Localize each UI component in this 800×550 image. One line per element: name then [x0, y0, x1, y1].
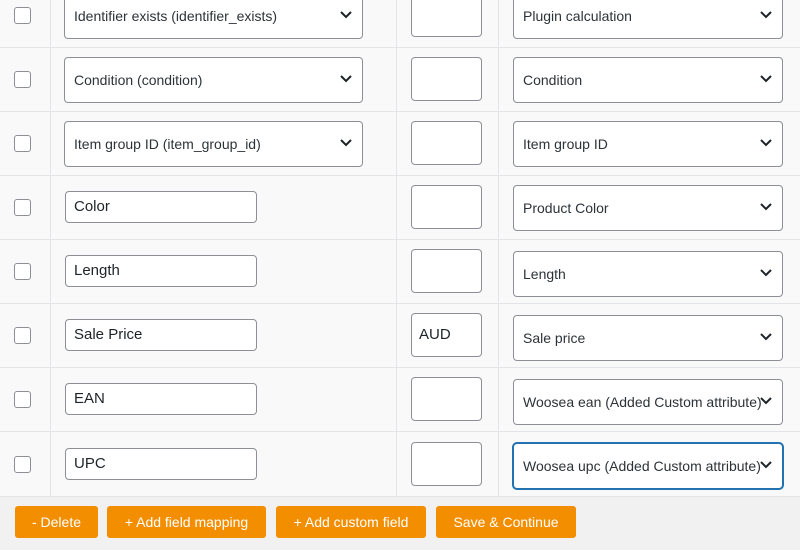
column-divider	[50, 112, 51, 175]
value-select-value: Plugin calculation	[523, 8, 632, 24]
chevron-down-icon	[760, 333, 772, 341]
attribute-text-value: Sale Price	[74, 326, 143, 343]
row-checkbox[interactable]	[14, 135, 31, 152]
attribute-text-value: Color	[74, 198, 110, 215]
attribute-select-value: Condition (condition)	[74, 72, 203, 88]
attribute-text-input[interactable]: EAN	[65, 383, 257, 415]
column-divider	[498, 368, 499, 431]
row-checkbox[interactable]	[14, 71, 31, 88]
row-checkbox[interactable]	[14, 263, 31, 280]
column-divider	[498, 432, 499, 496]
attribute-select[interactable]: Condition (condition)	[64, 57, 363, 103]
column-divider	[498, 0, 499, 47]
prefix-value: AUD	[419, 326, 451, 343]
column-divider	[50, 368, 51, 431]
value-select-value: Woosea ean (Added Custom attribute)	[523, 394, 762, 410]
column-divider	[498, 240, 499, 303]
prefix-input[interactable]	[411, 57, 482, 101]
table-row: Condition (condition) Condition	[0, 48, 800, 112]
column-divider	[396, 48, 397, 111]
attribute-text-input[interactable]: Color	[65, 191, 257, 223]
row-checkbox[interactable]	[14, 391, 31, 408]
column-divider	[396, 304, 397, 367]
prefix-input[interactable]	[411, 121, 482, 165]
value-select-value: Length	[523, 266, 566, 282]
column-divider	[50, 304, 51, 367]
chevron-down-icon	[760, 75, 772, 83]
value-select[interactable]: Sale price	[513, 315, 783, 361]
column-divider	[498, 176, 499, 239]
chevron-down-icon	[340, 139, 352, 147]
chevron-down-icon	[340, 75, 352, 83]
value-select[interactable]: Plugin calculation	[513, 0, 783, 39]
attribute-text-input[interactable]: UPC	[65, 448, 257, 480]
value-select-value: Item group ID	[523, 136, 608, 152]
column-divider	[498, 112, 499, 175]
column-divider	[498, 48, 499, 111]
value-select[interactable]: Item group ID	[513, 121, 783, 167]
column-divider	[396, 112, 397, 175]
chevron-down-icon	[760, 139, 772, 147]
chevron-down-icon	[760, 397, 772, 405]
value-select-value: Product Color	[523, 200, 609, 216]
value-select-value: Sale price	[523, 330, 586, 346]
row-checkbox[interactable]	[14, 7, 31, 24]
column-divider	[498, 304, 499, 367]
value-select[interactable]: Condition	[513, 57, 783, 103]
column-divider	[396, 368, 397, 431]
attribute-select[interactable]: Item group ID (item_group_id)	[64, 121, 363, 167]
attribute-text-input[interactable]: Length	[65, 255, 257, 287]
prefix-input[interactable]	[411, 377, 482, 421]
value-select[interactable]: Product Color	[513, 185, 783, 231]
attribute-text-input[interactable]: Sale Price	[65, 319, 257, 351]
save-continue-button[interactable]: Save & Continue	[436, 506, 576, 538]
prefix-input[interactable]	[411, 442, 482, 486]
table-row: Sale Price AUD Sale price	[0, 304, 800, 368]
attribute-text-value: Length	[74, 262, 120, 279]
chevron-down-icon	[760, 203, 772, 211]
chevron-down-icon	[760, 11, 772, 19]
prefix-input[interactable]: AUD	[411, 313, 482, 357]
column-divider	[396, 176, 397, 239]
column-divider	[50, 48, 51, 111]
action-bar: - Delete + Add field mapping + Add custo…	[0, 498, 800, 550]
attribute-text-value: UPC	[74, 455, 106, 472]
attribute-select-value: Item group ID (item_group_id)	[74, 136, 261, 152]
delete-button[interactable]: - Delete	[15, 506, 98, 538]
table-row: EAN Woosea ean (Added Custom attribute)	[0, 368, 800, 432]
attribute-text-value: EAN	[74, 390, 105, 407]
column-divider	[396, 240, 397, 303]
prefix-input[interactable]	[411, 0, 482, 37]
column-divider	[50, 432, 51, 496]
value-select[interactable]: Woosea ean (Added Custom attribute)	[513, 379, 783, 425]
column-divider	[50, 240, 51, 303]
value-select-value: Condition	[523, 72, 583, 88]
column-divider	[50, 176, 51, 239]
chevron-down-icon	[760, 461, 772, 469]
table-row: Identifier exists (identifier_exists) Pl…	[0, 0, 800, 48]
prefix-input[interactable]	[411, 249, 482, 293]
column-divider	[50, 0, 51, 47]
row-checkbox[interactable]	[14, 327, 31, 344]
table-row: UPC Woosea upc (Added Custom attribute)	[0, 432, 800, 497]
column-divider	[396, 432, 397, 496]
attribute-select-value: Identifier exists (identifier_exists)	[74, 8, 278, 24]
value-select-value: Woosea upc (Added Custom attribute)	[523, 458, 761, 474]
chevron-down-icon	[760, 269, 772, 277]
add-field-mapping-button[interactable]: + Add field mapping	[107, 506, 266, 538]
add-custom-field-button[interactable]: + Add custom field	[276, 506, 426, 538]
prefix-input[interactable]	[411, 185, 482, 229]
value-select[interactable]: Length	[513, 251, 783, 297]
row-checkbox[interactable]	[14, 199, 31, 216]
column-divider	[396, 0, 397, 47]
table-row: Length Length	[0, 240, 800, 304]
value-select[interactable]: Woosea upc (Added Custom attribute)	[513, 443, 783, 489]
table-row: Item group ID (item_group_id) Item group…	[0, 112, 800, 176]
chevron-down-icon	[340, 11, 352, 19]
row-checkbox[interactable]	[14, 456, 31, 473]
table-row: Color Product Color	[0, 176, 800, 240]
attribute-select[interactable]: Identifier exists (identifier_exists)	[64, 0, 363, 39]
